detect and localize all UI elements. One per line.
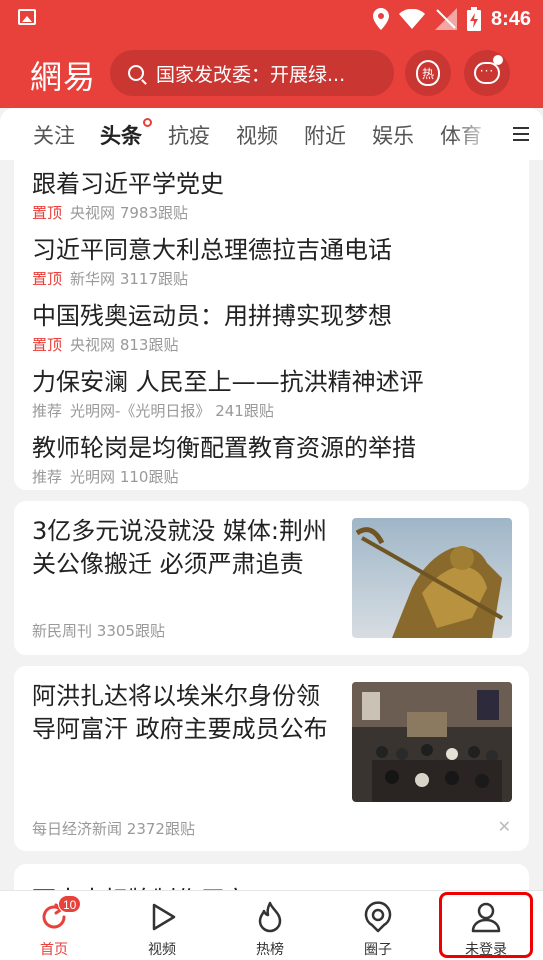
nav-circle-label: 圈子 (364, 942, 392, 958)
news-meta: 推荐 光明网 110跟贴 (32, 466, 512, 487)
feed-source: 新民周刊 (32, 622, 93, 640)
nav-video[interactable]: 视频 (108, 891, 216, 960)
nav-hot[interactable]: 热榜 (216, 891, 324, 960)
news-item[interactable]: 中国残奥运动员：用拼搏实现梦想 置顶 央视网 813跟贴 (32, 296, 512, 355)
news-source: 央视网 (70, 204, 116, 222)
news-source: 光明网 (70, 468, 116, 486)
pinned-label: 置顶 (32, 336, 63, 354)
feed-card[interactable]: 3亿多元说没就没 媒体:荆州关公像搬迁 必须严肃追责 新民周刊 3305跟贴 ✕ (14, 501, 529, 655)
dismiss-icon[interactable]: ✕ (498, 817, 511, 836)
battery-charging-icon (466, 7, 481, 31)
tab-headlines[interactable]: 头条 (100, 118, 152, 150)
feed-title: 阿洪扎达将以埃米尔身份领导阿富汗 政府主要成员公布 (32, 682, 328, 743)
comment-count: 110跟贴 (119, 468, 179, 486)
category-tabs: 关注 头条 抗疫 视频 附近 娱乐 体育 (0, 108, 543, 160)
nav-hot-label: 热榜 (256, 942, 284, 958)
circle-community-icon (362, 901, 394, 933)
press-conference-image (352, 682, 512, 802)
nav-home-label: 首页 (40, 942, 68, 958)
nav-circle[interactable]: 圈子 (324, 891, 432, 960)
comment-count: 241跟贴 (215, 402, 274, 420)
location-icon (372, 8, 389, 30)
tab-follow[interactable]: 关注 (33, 120, 75, 150)
refresh-icon: 10 (38, 895, 82, 933)
press-conference-photo (352, 682, 512, 802)
nav-video-label: 视频 (148, 942, 176, 958)
app-header: 網易 国家发改委：开展绿... 热 ··· (0, 38, 543, 108)
statue-photo (352, 518, 512, 638)
pinned-label: 置顶 (32, 270, 63, 288)
clock: 8:46 (490, 7, 531, 30)
news-item[interactable]: 习近平同意大利总理德拉吉通电话 置顶 新华网 3117跟贴 (32, 230, 512, 289)
pinned-label: 置顶 (32, 204, 63, 222)
search-icon (128, 65, 144, 81)
comment-count: 7983跟贴 (119, 204, 188, 222)
play-icon (146, 901, 178, 933)
comment-count: 3117跟贴 (119, 270, 188, 288)
flame-icon (254, 901, 286, 933)
search-bar[interactable]: 国家发改委：开展绿... (110, 50, 394, 96)
news-source: 央视网 (70, 336, 116, 354)
hot-button[interactable]: 热 (405, 50, 451, 96)
feed-meta: 新民周刊 3305跟贴 (32, 620, 165, 641)
feed-meta: 每日经济新闻 2372跟贴 (32, 818, 195, 839)
news-title: 力保安澜 人民至上——抗洪精神述评 (32, 368, 424, 396)
statue-image (352, 518, 512, 638)
tab-nearby[interactable]: 附近 (304, 120, 346, 150)
news-meta: 推荐 光明网-《光明日报》 241跟贴 (32, 400, 512, 421)
no-signal-icon (434, 8, 457, 30)
message-button[interactable]: ··· (464, 50, 510, 96)
news-source: 新华网 (70, 270, 116, 288)
wifi-icon (398, 9, 425, 29)
news-title: 跟着习近平学党史 (32, 170, 224, 198)
news-item[interactable]: 教师轮岗是均衡配置教育资源的举措 推荐 光明网 110跟贴 (32, 428, 512, 487)
news-title: 习近平同意大利总理德拉吉通电话 (32, 236, 392, 264)
nav-home[interactable]: 10 首页 (0, 891, 108, 960)
news-meta: 置顶 央视网 7983跟贴 (32, 202, 512, 223)
news-item[interactable]: 跟着习近平学党史 置顶 央视网 7983跟贴 (32, 164, 512, 223)
comment-count: 2372跟贴 (126, 820, 195, 838)
comment-count: 3305跟贴 (96, 622, 165, 640)
notification-badge: 10 (58, 895, 82, 913)
unread-dot (493, 55, 503, 65)
highlight-box (439, 892, 533, 958)
search-hint-text: 国家发改委：开展绿... (156, 63, 346, 86)
tab-entertainment[interactable]: 娱乐 (372, 120, 414, 150)
news-source: 光明网-《光明日报》 (70, 402, 211, 420)
recommend-label: 推荐 (32, 402, 63, 420)
tab-headlines-label: 头条 (100, 124, 142, 148)
tab-covid[interactable]: 抗疫 (168, 120, 210, 150)
tabs-fade (453, 108, 513, 160)
gallery-notification-icon (18, 9, 36, 25)
feed-source: 每日经济新闻 (32, 820, 123, 838)
status-bar: 8:46 (0, 0, 543, 38)
chat-bubble-icon: ··· (474, 62, 500, 84)
news-meta: 置顶 央视网 813跟贴 (32, 334, 512, 355)
channel-menu-icon[interactable] (513, 127, 529, 141)
fire-icon: 热 (416, 60, 440, 86)
news-title: 教师轮岗是均衡配置教育资源的举措 (32, 434, 416, 462)
feed-title: 3亿多元说没就没 媒体:荆州关公像搬迁 必须严肃追责 (32, 517, 327, 578)
news-meta: 置顶 新华网 3117跟贴 (32, 268, 512, 289)
recommend-label: 推荐 (32, 468, 63, 486)
new-dot (143, 118, 152, 127)
comment-count: 813跟贴 (119, 336, 179, 354)
netease-logo: 網易 (30, 58, 97, 96)
news-item[interactable]: 力保安澜 人民至上——抗洪精神述评 推荐 光明网-《光明日报》 241跟贴 (32, 362, 512, 421)
feed-card[interactable]: 阿洪扎达将以埃米尔身份领导阿富汗 政府主要成员公布 每日经济新闻 2372跟贴 … (14, 666, 529, 851)
tab-video[interactable]: 视频 (236, 120, 278, 150)
news-title: 中国残奥运动员：用拼搏实现梦想 (32, 302, 392, 330)
status-icons: 8:46 (372, 6, 531, 32)
top-news-card: 跟着习近平学党史 置顶 央视网 7983跟贴 习近平同意大利总理德拉吉通电话 置顶… (14, 160, 529, 490)
